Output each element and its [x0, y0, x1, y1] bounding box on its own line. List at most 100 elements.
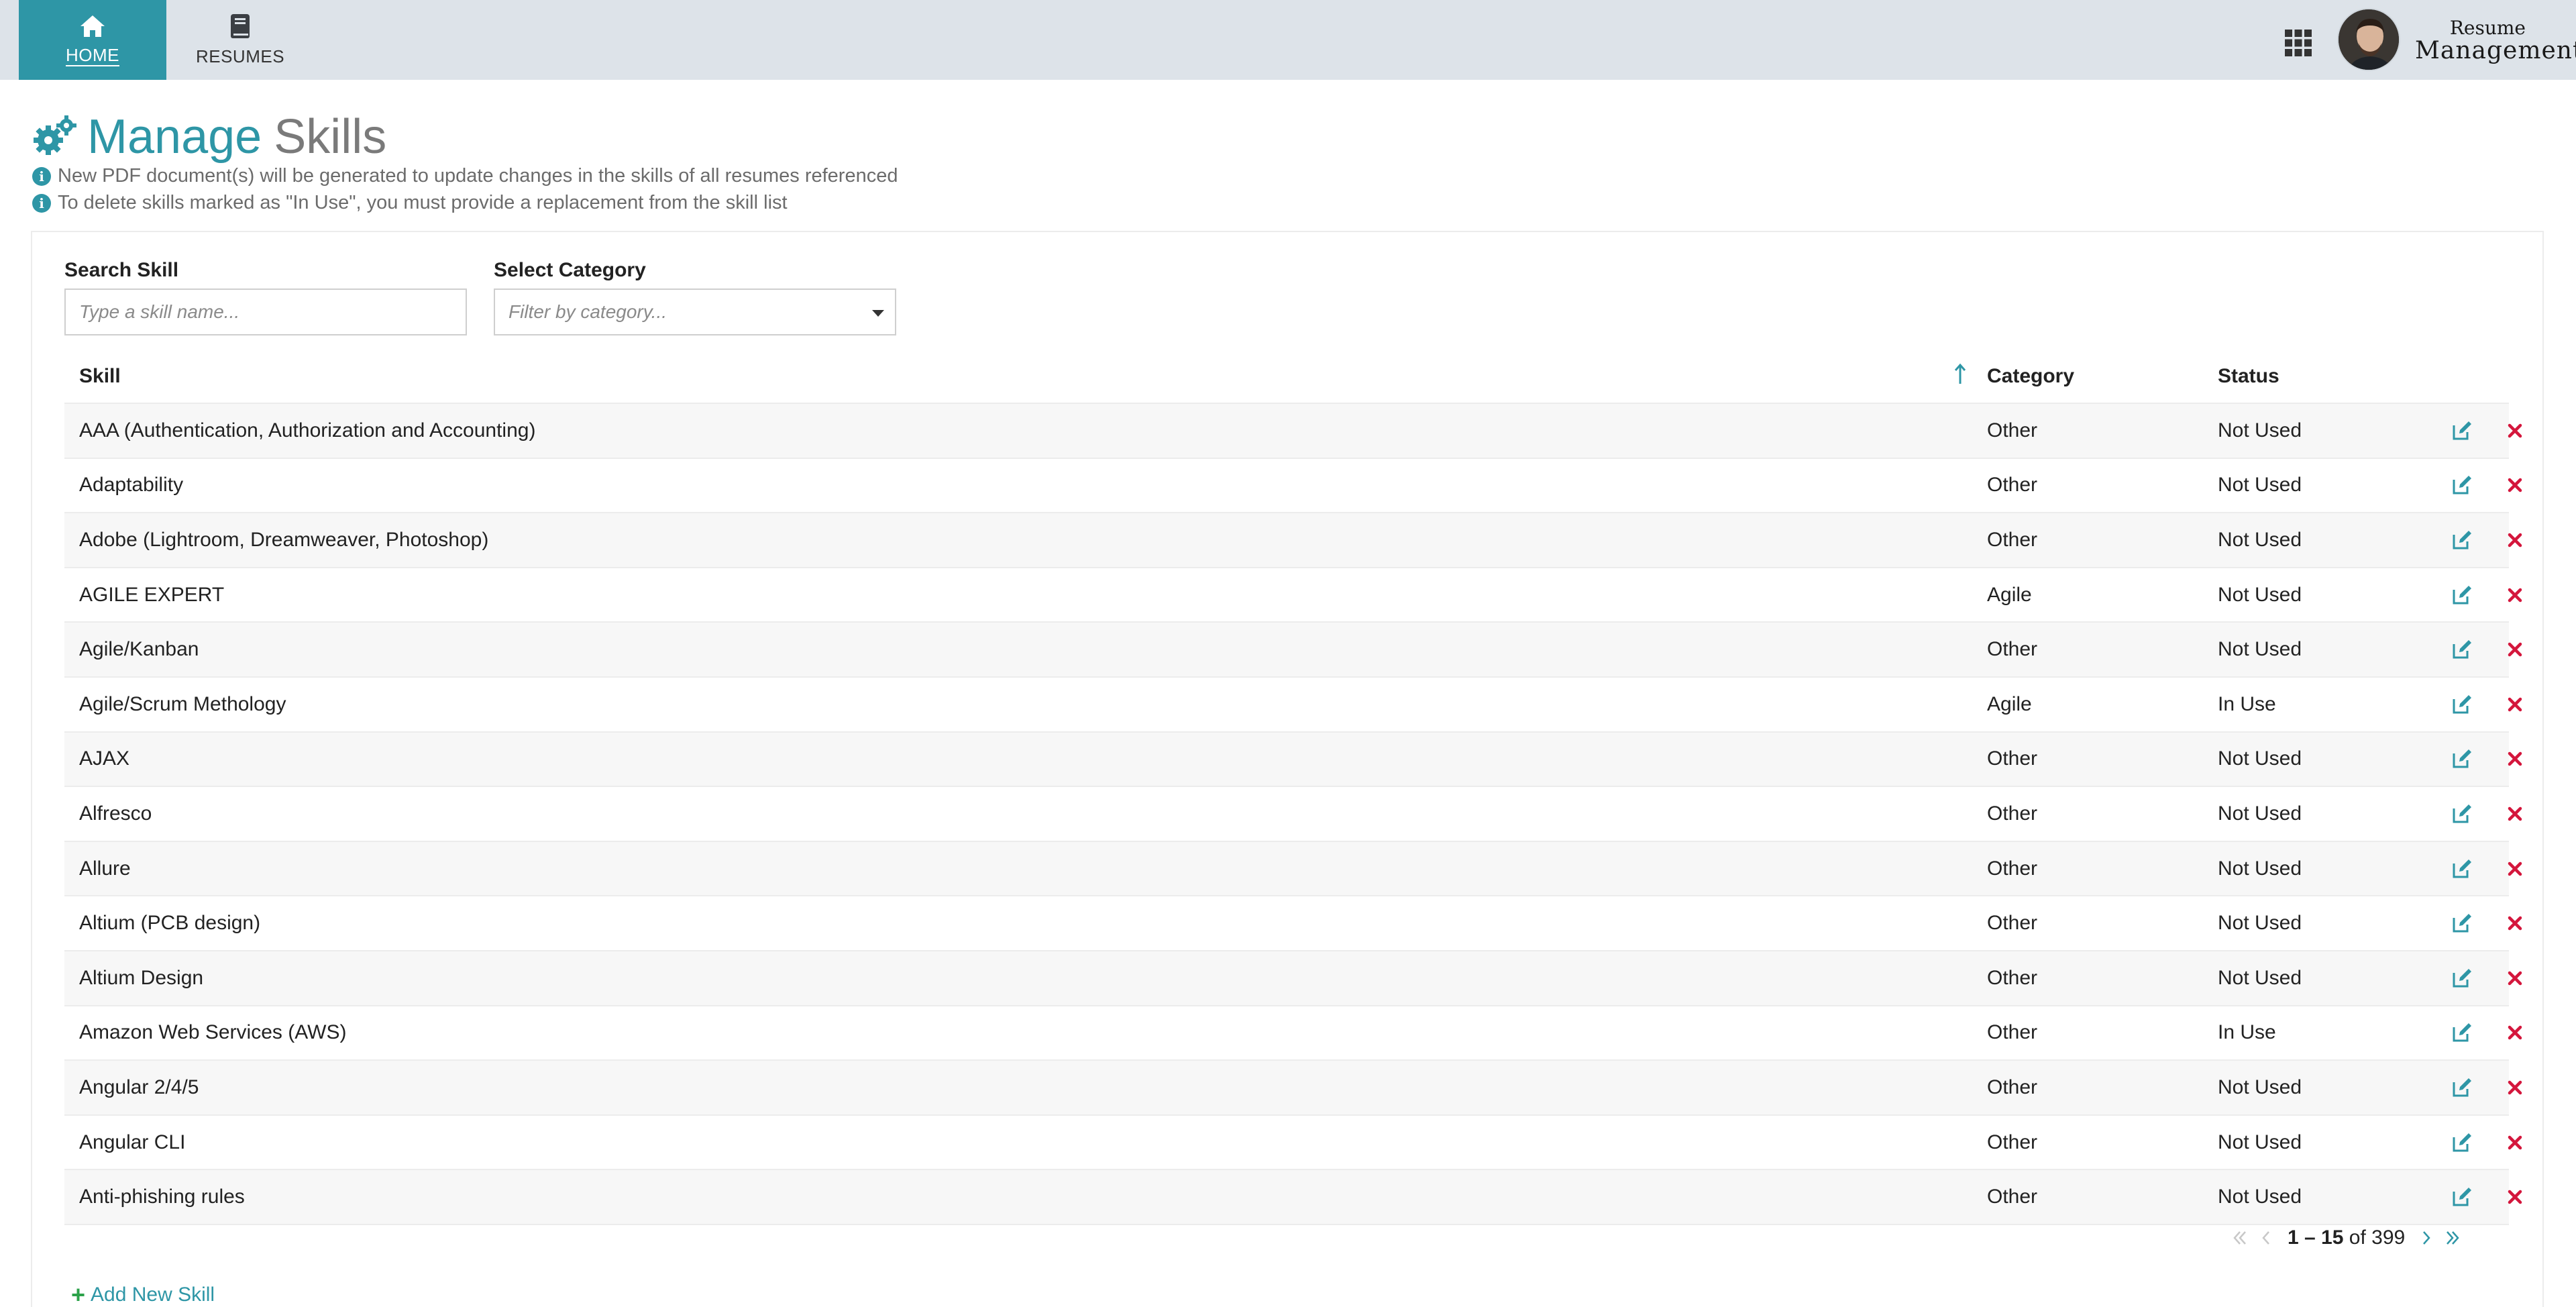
cell-category: Agile — [1987, 583, 2032, 606]
delete-icon[interactable] — [2505, 421, 2525, 441]
header-skill[interactable]: Skill — [79, 365, 121, 388]
page-range-text: 1 – 15 of 399 — [2288, 1226, 2405, 1249]
search-skill-input[interactable] — [64, 289, 467, 335]
cell-skill: Altium Design — [79, 966, 204, 989]
nav-home[interactable]: HOME — [19, 0, 166, 80]
page-total: 399 — [2371, 1226, 2406, 1249]
delete-icon[interactable] — [2505, 530, 2525, 550]
delete-icon[interactable] — [2505, 1078, 2525, 1098]
prev-page-icon[interactable] — [2253, 1224, 2279, 1251]
search-skill-label: Search Skill — [64, 259, 179, 281]
cell-category: Other — [1987, 474, 2038, 496]
last-page-icon[interactable] — [2440, 1224, 2467, 1251]
page-of-label: of — [2349, 1226, 2366, 1249]
edit-icon[interactable] — [2451, 693, 2473, 716]
cell-status: Not Used — [2218, 1076, 2302, 1098]
table-row: Angular CLI Other Not Used — [64, 1116, 2522, 1171]
info-icon: i — [32, 166, 51, 186]
delete-icon[interactable] — [2505, 968, 2525, 988]
next-page-icon[interactable] — [2413, 1224, 2440, 1251]
add-new-skill-link[interactable]: + Add New Skill — [71, 1283, 215, 1307]
select-category-label: Select Category — [494, 259, 646, 281]
info-icon: i — [32, 193, 51, 213]
sort-ascending-icon[interactable] — [1953, 362, 1967, 386]
page-title-part1: Manage — [87, 110, 262, 164]
cell-skill: Altium (PCB design) — [79, 912, 261, 935]
edit-icon[interactable] — [2451, 584, 2473, 607]
user-avatar[interactable] — [2337, 8, 2400, 71]
delete-icon[interactable] — [2505, 639, 2525, 660]
edit-icon[interactable] — [2451, 419, 2473, 442]
cell-category: Other — [1987, 1021, 2038, 1044]
edit-icon[interactable] — [2451, 638, 2473, 661]
delete-icon[interactable] — [2505, 1187, 2525, 1207]
cell-skill: AAA (Authentication, Authorization and A… — [79, 419, 536, 441]
cell-category: Other — [1987, 802, 2038, 825]
edit-icon[interactable] — [2451, 857, 2473, 880]
edit-icon[interactable] — [2451, 1021, 2473, 1044]
edit-icon[interactable] — [2451, 802, 2473, 825]
delete-icon[interactable] — [2505, 913, 2525, 933]
cell-category: Other — [1987, 1186, 2038, 1208]
table-row: Agile/Scrum Methology Agile In Use — [64, 678, 2522, 733]
delete-icon[interactable] — [2505, 694, 2525, 715]
cell-status: In Use — [2218, 1021, 2276, 1044]
brand-logo: Resume Management — [2415, 17, 2576, 64]
cell-status: Not Used — [2218, 1186, 2302, 1208]
table-row: Adaptability Other Not Used — [64, 459, 2522, 514]
page-title-part2: Skills — [274, 110, 387, 164]
top-navbar: HOME RESUMES Resume Management — [0, 0, 2576, 80]
edit-icon[interactable] — [2451, 529, 2473, 552]
edit-icon[interactable] — [2451, 912, 2473, 935]
nav-home-label: HOME — [66, 45, 119, 65]
cell-category: Other — [1987, 419, 2038, 441]
cell-status: Not Used — [2218, 528, 2302, 551]
edit-icon[interactable] — [2451, 474, 2473, 496]
delete-icon[interactable] — [2505, 804, 2525, 824]
delete-icon[interactable] — [2505, 749, 2525, 769]
info-note-pdf: i New PDF document(s) will be generated … — [32, 165, 898, 187]
table-row: Alfresco Other Not Used — [64, 787, 2522, 842]
edit-icon[interactable] — [2451, 747, 2473, 770]
cell-skill: Anti-phishing rules — [79, 1186, 245, 1208]
info-note-delete: i To delete skills marked as "In Use", y… — [32, 192, 788, 214]
delete-icon[interactable] — [2505, 1023, 2525, 1043]
skills-table: Skill Category Status AAA (Authenticatio… — [64, 346, 2522, 1225]
table-row: Agile/Kanban Other Not Used — [64, 623, 2522, 678]
table-row: Anti-phishing rules Other Not Used — [64, 1170, 2522, 1225]
category-select[interactable]: Filter by category... — [494, 289, 896, 335]
table-row: AGILE EXPERT Agile Not Used — [64, 568, 2522, 623]
delete-icon[interactable] — [2505, 1133, 2525, 1153]
delete-icon[interactable] — [2505, 585, 2525, 605]
cell-category: Other — [1987, 857, 2038, 880]
pagination: 1 – 15 of 399 — [2226, 1221, 2467, 1255]
cell-category: Other — [1987, 747, 2038, 770]
table-row: Adobe (Lightroom, Dreamweaver, Photoshop… — [64, 513, 2522, 568]
nav-resumes[interactable]: RESUMES — [166, 0, 314, 80]
cell-category: Agile — [1987, 692, 2032, 715]
brand-top: Resume — [2449, 17, 2526, 39]
cell-skill: Adobe (Lightroom, Dreamweaver, Photoshop… — [79, 528, 489, 551]
delete-icon[interactable] — [2505, 859, 2525, 879]
header-category[interactable]: Category — [1987, 365, 2074, 388]
cell-skill: Angular CLI — [79, 1131, 186, 1153]
plus-icon: + — [71, 1281, 86, 1307]
table-row: Altium Design Other Not Used — [64, 951, 2522, 1006]
table-row: Altium (PCB design) Other Not Used — [64, 896, 2522, 951]
cell-category: Other — [1987, 912, 2038, 935]
table-row: Angular 2/4/5 Other Not Used — [64, 1061, 2522, 1116]
edit-icon[interactable] — [2451, 1076, 2473, 1099]
delete-icon[interactable] — [2505, 475, 2525, 495]
cell-skill: Adaptability — [79, 474, 184, 496]
edit-icon[interactable] — [2451, 1131, 2473, 1154]
skills-card: Search Skill Select Category Filter by c… — [31, 231, 2544, 1307]
header-status[interactable]: Status — [2218, 365, 2279, 388]
cell-status: Not Used — [2218, 747, 2302, 770]
brand-bottom: Management — [2415, 37, 2576, 64]
edit-icon[interactable] — [2451, 967, 2473, 990]
nav-resumes-label: RESUMES — [195, 46, 285, 66]
apps-grid-icon[interactable] — [2284, 28, 2313, 58]
edit-icon[interactable] — [2451, 1186, 2473, 1208]
first-page-icon[interactable] — [2226, 1224, 2253, 1251]
caret-down-icon — [872, 310, 884, 317]
